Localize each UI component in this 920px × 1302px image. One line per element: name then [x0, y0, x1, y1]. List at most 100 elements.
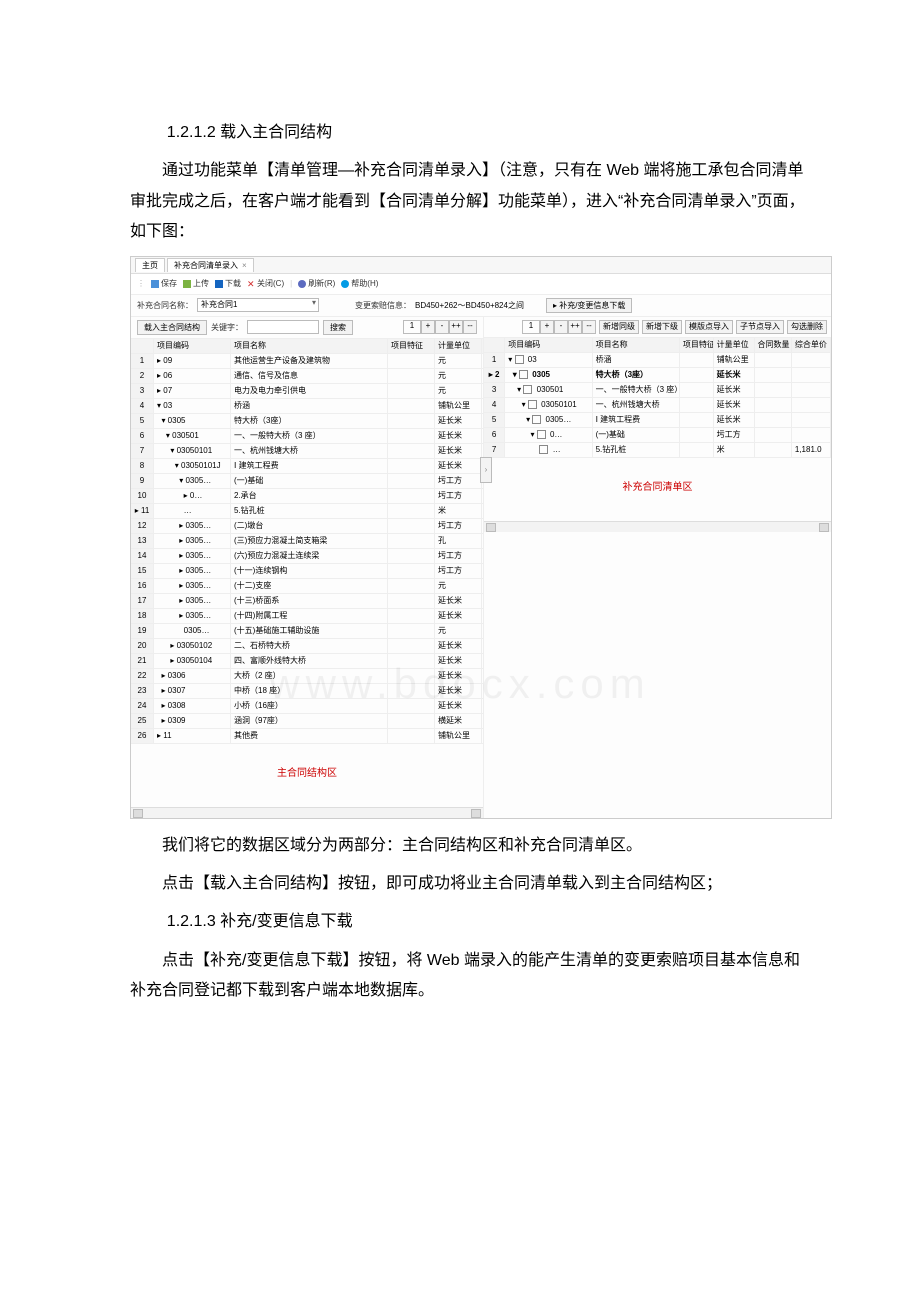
- table-row[interactable]: 2▸ 06通信、信号及信息元: [131, 369, 483, 384]
- add-sibling-button[interactable]: 新增同级: [599, 320, 639, 334]
- upload-icon: [183, 280, 191, 288]
- table-row[interactable]: 16 ▸ 0305…(十二)支座元: [131, 579, 483, 594]
- tab-close-icon[interactable]: ×: [242, 261, 247, 270]
- table-row[interactable]: 18 ▸ 0305…(十四)附属工程延长米: [131, 609, 483, 624]
- table-row[interactable]: 25 ▸ 0309涵洞（97座）横延米: [131, 714, 483, 729]
- save-icon: [151, 280, 159, 288]
- help-icon: [341, 280, 349, 288]
- table-row[interactable]: 19 0305…(十五)基础施工辅助设施元: [131, 624, 483, 639]
- left-control-bar: 载入主合同结构 关键字： 搜索 1 + - ++ --: [131, 317, 483, 339]
- level-value: 1: [522, 320, 540, 334]
- tab-strip: 主页 补充合同清单录入 ×: [131, 257, 831, 274]
- table-row[interactable]: 23 ▸ 0307中桥（18 座）延长米: [131, 684, 483, 699]
- table-row[interactable]: ▸ 11 …5.钻孔桩米: [131, 504, 483, 519]
- close-icon: [247, 280, 255, 288]
- filter-bar: 补充合同名称： 补充合同1 变更索赔信息： BD450+262～BD450+82…: [131, 295, 831, 317]
- minus-button[interactable]: -: [435, 320, 449, 334]
- tab-label: 主页: [142, 260, 158, 271]
- table-row[interactable]: 10 ▸ 0…2.承台圬工方: [131, 489, 483, 504]
- delete-checked-button[interactable]: 勾选删除: [787, 320, 827, 334]
- level-spinner-right[interactable]: 1 + - ++ --: [522, 320, 596, 334]
- help-button[interactable]: 帮助(H): [341, 278, 378, 289]
- collapse-all-button[interactable]: --: [463, 320, 477, 334]
- load-structure-button[interactable]: 载入主合同结构: [137, 320, 207, 335]
- paragraph-4: 点击【补充/变更信息下载】按钮，将 Web 端录入的能产生清单的变更索赔项目基本…: [130, 946, 810, 1007]
- label: 关闭(C): [257, 278, 284, 289]
- refresh-button[interactable]: 刷新(R): [298, 278, 335, 289]
- label: 下载: [225, 278, 241, 289]
- h-scrollbar[interactable]: [131, 807, 483, 818]
- table-row[interactable]: 15 ▸ 0305…(十一)连续钢构圬工方: [131, 564, 483, 579]
- table-row[interactable]: 3 ▾ 030501一、一般特大桥（3 座）延长米: [484, 383, 831, 398]
- level-spinner[interactable]: 1 + - ++ --: [403, 320, 477, 334]
- table-row[interactable]: 26▸ 11其他费铺轨公里: [131, 729, 483, 744]
- save-button[interactable]: 保存: [151, 278, 177, 289]
- table-row[interactable]: 1▸ 09其他运营生产设备及建筑物元: [131, 354, 483, 369]
- paragraph-1: 通过功能菜单【清单管理—补充合同清单录入】（注意，只有在 Web 端将施工承包合…: [130, 156, 810, 247]
- level-value: 1: [403, 320, 421, 334]
- change-info-label: 变更索赔信息：: [355, 300, 411, 311]
- left-caption: 主合同结构区: [131, 744, 483, 807]
- table-row[interactable]: 8 ▾ 03050101JⅠ 建筑工程费延长米: [131, 459, 483, 474]
- table-row[interactable]: 17 ▸ 0305…(十三)桥面系延长米: [131, 594, 483, 609]
- refresh-icon: [298, 280, 306, 288]
- table-row[interactable]: 12 ▸ 0305…(二)墩台圬工方: [131, 519, 483, 534]
- plus-button[interactable]: +: [421, 320, 435, 334]
- keyword-input[interactable]: [247, 320, 319, 334]
- splitter-handle[interactable]: ›: [480, 457, 492, 483]
- add-child-button[interactable]: 新增下级: [642, 320, 682, 334]
- import-template-button[interactable]: 模版点导入: [685, 320, 733, 334]
- h-scrollbar[interactable]: [484, 521, 831, 532]
- keyword-label: 关键字：: [211, 322, 243, 333]
- collapse-all-button[interactable]: --: [582, 320, 596, 334]
- expand-all-button[interactable]: ++: [568, 320, 582, 334]
- table-row[interactable]: 4▾ 03桥涵铺轨公里: [131, 399, 483, 414]
- table-row[interactable]: ▸ 2 ▾ 0305特大桥（3座）延长米: [484, 368, 831, 383]
- upload-button[interactable]: 上传: [183, 278, 209, 289]
- tab-page[interactable]: 补充合同清单录入 ×: [167, 258, 254, 272]
- label: 刷新(R): [308, 278, 335, 289]
- download-icon: [215, 280, 223, 288]
- table-row[interactable]: 3▸ 07电力及电力牵引供电元: [131, 384, 483, 399]
- change-info-value: BD450+262～BD450+824之间: [415, 300, 524, 311]
- tab-label: 补充合同清单录入: [174, 260, 238, 271]
- right-table-header: 项目编码 项目名称 项目特征 计量单位 合同数量 综合单价: [484, 338, 831, 353]
- table-row[interactable]: 14 ▸ 0305…(六)预应力混凝土连续梁圬工方: [131, 549, 483, 564]
- contract-name-dropdown[interactable]: 补充合同1: [197, 298, 319, 312]
- search-button[interactable]: 搜索: [323, 320, 353, 335]
- table-row[interactable]: 7 ▾ 03050101一、杭州钱塘大桥延长米: [131, 444, 483, 459]
- paragraph-3: 点击【载入主合同结构】按钮，即可成功将业主合同清单载入到主合同结构区；: [130, 869, 810, 899]
- right-caption: 补充合同清单区: [484, 458, 831, 521]
- right-control-bar: 1 + - ++ -- 新增同级 新增下级 模版点导入 子节点导入 勾选删除: [484, 317, 831, 338]
- close-button[interactable]: 关闭(C): [247, 278, 284, 289]
- table-row[interactable]: 5 ▾ 0305…Ⅰ 建筑工程费延长米: [484, 413, 831, 428]
- table-row[interactable]: 6 ▾ 030501一、一般特大桥（3 座）延长米: [131, 429, 483, 444]
- table-row[interactable]: 13 ▸ 0305…(三)预应力混凝土简支箱梁孔: [131, 534, 483, 549]
- table-row[interactable]: 4 ▾ 03050101一、杭州钱塘大桥延长米: [484, 398, 831, 413]
- table-row[interactable]: 5 ▾ 0305特大桥（3座）延长米: [131, 414, 483, 429]
- left-table-header: 项目编码 项目名称 项目特征 计量单位: [131, 339, 483, 354]
- table-row[interactable]: 1▾ 03桥涵铺轨公里: [484, 353, 831, 368]
- section-heading-1: 1.2.1.2 载入主合同结构: [130, 118, 810, 148]
- label: 帮助(H): [351, 278, 378, 289]
- contract-name-label: 补充合同名称：: [137, 300, 193, 311]
- expand-all-button[interactable]: ++: [449, 320, 463, 334]
- label: 保存: [161, 278, 177, 289]
- tab-main[interactable]: 主页: [135, 258, 165, 272]
- table-row[interactable]: 6 ▾ 0…(一)基础圬工方: [484, 428, 831, 443]
- table-row[interactable]: 22 ▸ 0306大桥（2 座）延长米: [131, 669, 483, 684]
- app-screenshot: 主页 补充合同清单录入 × ⋮ 保存 上传 下载 关闭(C) | 刷新(R) 帮…: [130, 256, 832, 819]
- label: 上传: [193, 278, 209, 289]
- import-child-button[interactable]: 子节点导入: [736, 320, 784, 334]
- download-button[interactable]: 下载: [215, 278, 241, 289]
- table-row[interactable]: 9 ▾ 0305…(一)基础圬工方: [131, 474, 483, 489]
- table-row[interactable]: 24 ▸ 0308小桥（16座）延长米: [131, 699, 483, 714]
- plus-button[interactable]: +: [540, 320, 554, 334]
- table-row[interactable]: 21 ▸ 03050104四、富顺外线特大桥延长米: [131, 654, 483, 669]
- toolbar: ⋮ 保存 上传 下载 关闭(C) | 刷新(R) 帮助(H): [131, 274, 831, 295]
- download-change-info-button[interactable]: ▸ 补充/变更信息下载: [546, 298, 632, 313]
- table-row[interactable]: 20 ▸ 03050102二、石桥特大桥延长米: [131, 639, 483, 654]
- table-row[interactable]: 7 …5.钻孔桩米1,181.0: [484, 443, 831, 458]
- minus-button[interactable]: -: [554, 320, 568, 334]
- section-heading-2: 1.2.1.3 补充/变更信息下载: [130, 907, 810, 937]
